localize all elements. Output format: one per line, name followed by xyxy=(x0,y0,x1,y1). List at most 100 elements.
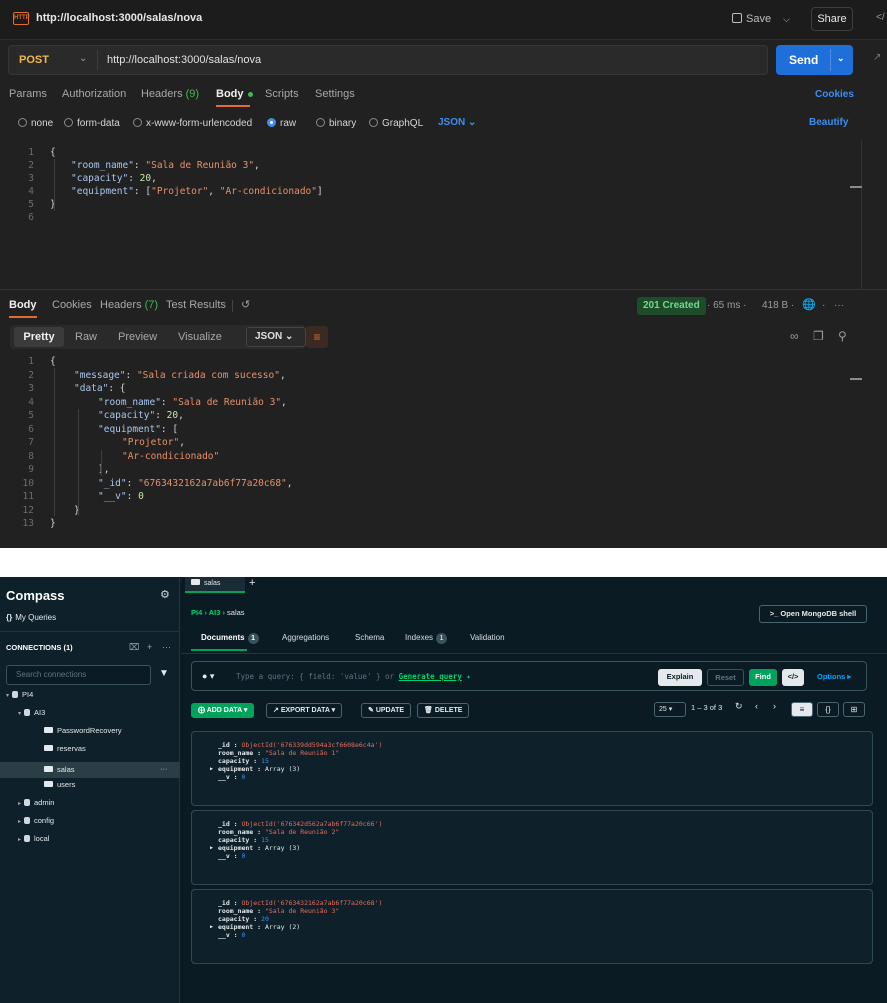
document-card[interactable]: _id : ObjectId('676342d562a7ab6f77a20c66… xyxy=(191,810,873,885)
status-badge[interactable]: 201 Created xyxy=(637,297,706,315)
chevron-right-icon[interactable]: › xyxy=(773,701,776,711)
tab-settings[interactable]: Settings xyxy=(315,88,355,100)
code-icon[interactable]: </ xyxy=(876,12,885,23)
response-format-select[interactable]: JSON ⌄ xyxy=(246,327,306,347)
body-type-graphql[interactable]: GraphQL xyxy=(369,118,423,129)
sidebar-item-passwordrecovery[interactable]: PasswordRecovery xyxy=(30,726,122,735)
generate-query-link[interactable]: Generate query xyxy=(399,672,462,681)
list-view-icon[interactable]: ≡ xyxy=(791,702,813,717)
expand-icon[interactable]: ▶ xyxy=(210,766,213,772)
scrollbar[interactable] xyxy=(850,378,862,380)
tab-headers[interactable]: Headers (9) xyxy=(141,88,199,100)
query-input[interactable]: Type a query: { field: 'value' } or Gene… xyxy=(236,672,471,681)
format-pretty[interactable]: Pretty xyxy=(14,327,64,347)
subtab-validation[interactable]: Validation xyxy=(470,633,505,642)
globe-icon[interactable]: 🌐 xyxy=(802,298,816,311)
add-connection-icon[interactable]: + xyxy=(147,642,152,652)
search-icon[interactable]: ⚲ xyxy=(838,329,847,343)
format-preview[interactable]: Preview xyxy=(118,331,157,343)
chevron-down-icon[interactable]: ▾ xyxy=(18,711,21,717)
chevron-down-icon[interactable]: ⌄ xyxy=(79,53,87,64)
send-button[interactable]: Send ⌄ xyxy=(776,45,853,75)
chevron-right-icon[interactable]: ▸ xyxy=(18,819,21,825)
format-raw[interactable]: Raw xyxy=(75,331,97,343)
body-type-raw[interactable]: raw xyxy=(267,118,296,129)
page-size-select[interactable]: 25 ▾ xyxy=(654,702,686,717)
export-data-button[interactable]: ↗ EXPORT DATA ▾ xyxy=(266,703,343,718)
request-body-editor[interactable]: 1 {2 "room_name": "Sala de Reunião 3", 3 "ca… xyxy=(0,140,862,290)
sidebar-item-ai3[interactable]: ▾ AI3 xyxy=(18,708,45,717)
collapse-icon[interactable]: ⌧ xyxy=(129,642,139,653)
resp-tab-body[interactable]: Body xyxy=(9,299,37,311)
history-icon[interactable]: ↺ xyxy=(241,298,250,311)
share-button[interactable]: Share xyxy=(811,7,853,31)
chevron-down-icon[interactable]: ⌄ xyxy=(837,53,845,64)
wrap-lines-icon[interactable]: ≡ xyxy=(306,326,328,348)
beautify-link[interactable]: Beautify xyxy=(809,117,848,128)
update-button[interactable]: ✎ UPDATE xyxy=(361,703,412,718)
document-card[interactable]: _id : ObjectId('6763432162a7ab6f77a20c68… xyxy=(191,889,873,964)
options-toggle[interactable]: Options ▸ xyxy=(817,672,851,681)
gear-icon[interactable]: ⚙ xyxy=(160,588,170,601)
tab-body[interactable]: Body xyxy=(216,88,253,100)
subtab-aggregations[interactable]: Aggregations xyxy=(282,633,329,642)
explain-button[interactable]: Explain xyxy=(658,669,702,686)
chevron-down-icon[interactable]: ▾ xyxy=(6,693,9,699)
field-value[interactable]: Array (3) xyxy=(265,844,300,852)
url-input[interactable]: http://localhost:3000/salas/nova xyxy=(107,54,261,66)
more-icon[interactable]: ··· xyxy=(834,300,844,311)
raw-format-select[interactable]: JSON ⌄ xyxy=(438,117,476,128)
chevron-right-icon[interactable]: ▸ xyxy=(18,837,21,843)
breadcrumb-connection[interactable]: PI4 xyxy=(191,608,202,617)
format-visualize[interactable]: Visualize xyxy=(178,331,222,343)
query-history-icon[interactable]: ● ▾ xyxy=(202,671,214,682)
search-connections-input[interactable]: Search connections xyxy=(6,665,151,685)
link-icon[interactable]: ∞ xyxy=(790,329,799,343)
tab-params[interactable]: Params xyxy=(9,88,47,100)
sidebar-item-users[interactable]: users xyxy=(30,780,75,789)
reset-button[interactable]: Reset xyxy=(707,669,744,686)
method-select[interactable]: POST xyxy=(19,54,49,66)
sidebar-item-pi4[interactable]: ▾ PI4 xyxy=(6,690,33,699)
resp-tab-headers[interactable]: Headers (7) xyxy=(100,299,158,311)
sidebar-item-local[interactable]: ▸ local xyxy=(18,834,49,843)
sidebar-item-admin[interactable]: ▸ admin xyxy=(18,798,54,807)
more-icon[interactable]: ··· xyxy=(160,764,168,773)
find-button[interactable]: Find xyxy=(749,669,777,686)
cookies-link[interactable]: Cookies xyxy=(815,89,854,100)
expand-icon[interactable]: ▶ xyxy=(210,924,213,930)
body-type-x-www-form-urlencoded[interactable]: x-www-form-urlencoded xyxy=(133,118,252,129)
new-tab-icon[interactable]: + xyxy=(249,577,255,589)
response-time[interactable]: · 65 ms · xyxy=(707,300,746,311)
delete-button[interactable]: 🗑 DELETE xyxy=(417,703,470,718)
expand-icon[interactable]: ▶ xyxy=(210,845,213,851)
filter-icon[interactable]: ▼ xyxy=(159,668,169,679)
body-type-none[interactable]: none xyxy=(18,118,53,129)
my-queries-link[interactable]: {} My Queries xyxy=(6,613,56,622)
sidebar-item-reservas[interactable]: reservas xyxy=(30,744,86,753)
save-button[interactable]: Save ⌵ xyxy=(732,8,802,30)
chevron-right-icon[interactable]: ▸ xyxy=(18,801,21,807)
resp-tab-cookies[interactable]: Cookies xyxy=(52,299,92,311)
resp-tab-test-results[interactable]: Test Results xyxy=(166,299,226,311)
scrollbar[interactable] xyxy=(850,186,862,188)
subtab-documents[interactable]: Documents 1 xyxy=(201,633,259,644)
response-size[interactable]: 418 B · xyxy=(762,300,794,311)
table-view-icon[interactable]: ⊞ xyxy=(843,702,865,717)
breadcrumb-database[interactable]: AI3 xyxy=(209,608,221,617)
body-type-binary[interactable]: binary xyxy=(316,118,356,129)
field-value[interactable]: Array (2) xyxy=(265,923,300,931)
chevron-left-icon[interactable]: ‹ xyxy=(755,701,758,711)
tab-authorization[interactable]: Authorization xyxy=(62,88,126,100)
json-view-icon[interactable]: {} xyxy=(817,702,839,717)
subtab-indexes[interactable]: Indexes 1 xyxy=(405,633,448,644)
tab-salas[interactable]: salas xyxy=(185,577,245,593)
pane-divider[interactable] xyxy=(0,289,887,290)
open-shell-button[interactable]: >_ Open MongoDB shell xyxy=(759,605,867,623)
body-type-form-data[interactable]: form-data xyxy=(64,118,120,129)
tab-scripts[interactable]: Scripts xyxy=(265,88,299,100)
sidebar-item-salas[interactable]: salas ··· xyxy=(0,762,180,778)
document-card[interactable]: _id : ObjectId('676339dd594a3cf6608e6c4a… xyxy=(191,731,873,806)
response-body-viewer[interactable]: 1 {2 "message": "Sala criada com sucesso",… xyxy=(0,354,862,544)
refresh-icon[interactable]: ↻ xyxy=(735,701,743,712)
